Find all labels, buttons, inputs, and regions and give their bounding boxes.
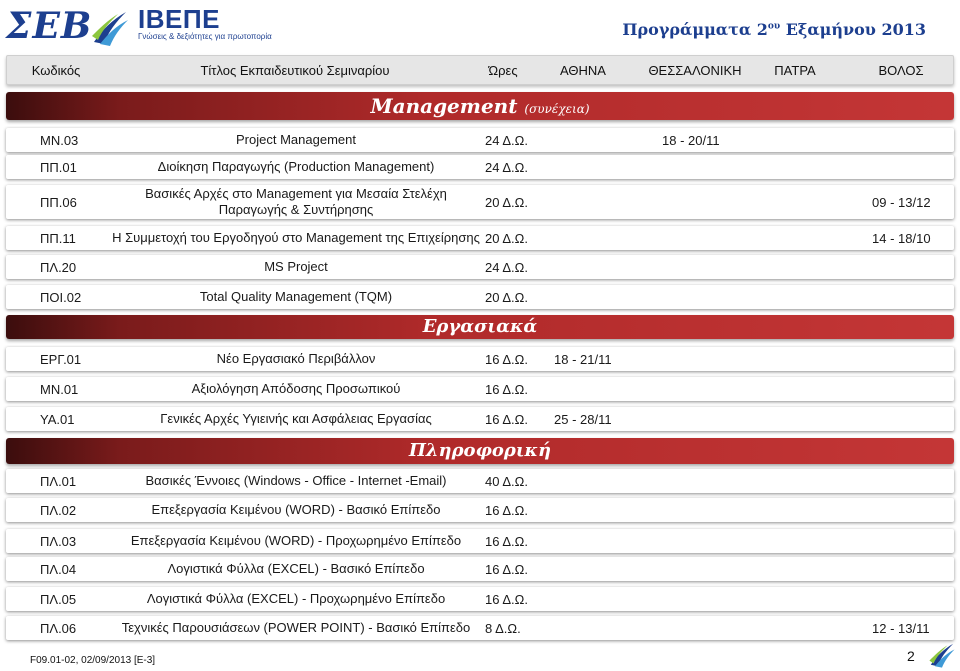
- program-title: Προγράμματα 2ου Εξαμήνου 2013: [622, 20, 926, 39]
- table-row: ΜΝ.01 Αξιολόγηση Απόδοσης Προσωπικού 16 …: [6, 377, 954, 401]
- course-code: ΜΝ.01: [40, 381, 79, 397]
- col-header-volos: ΒΟΛΟΣ: [878, 63, 924, 78]
- course-code: ΕΡΓ.01: [40, 351, 82, 367]
- col-header-code: Κωδικός: [31, 63, 81, 78]
- table-row: ΠΛ.04 Λογιστικά Φύλλα (EXCEL) - Βασικό Ε…: [6, 557, 954, 581]
- document-code: F09.01-02, 02/09/2013 [Ε-3]: [30, 655, 156, 666]
- course-title: Total Quality Management (TQM): [199, 289, 393, 304]
- course-title: Γενικές Αρχές Υγιεινής και Ασφάλειας Εργ…: [160, 411, 432, 426]
- course-code: ΠΛ.02: [40, 502, 77, 518]
- course-hours: 16 Δ.Ω.: [485, 502, 528, 518]
- sev-logo-text: ΣΕΒ: [6, 5, 93, 47]
- course-title: Διοίκηση Παραγωγής (Production Managemen…: [157, 159, 435, 174]
- course-date-volos: 09 - 13/12: [872, 194, 931, 210]
- course-hours: 20 Δ.Ω.: [485, 194, 528, 210]
- course-code: ΥΑ.01: [40, 411, 75, 427]
- course-date-athens: 18 - 21/11: [554, 351, 612, 367]
- course-title: Αξιολόγηση Απόδοσης Προσωπικού: [191, 381, 401, 396]
- course-date-volos: 12 - 13/11: [872, 620, 930, 636]
- sev-swoosh-icon: [92, 12, 128, 46]
- sev-logo: ΣΕΒ: [6, 5, 128, 47]
- course-date-volos: 14 - 18/10: [872, 230, 931, 246]
- course-hours: 16 Δ.Ω.: [485, 381, 528, 397]
- section-title: Πληροφορική: [408, 440, 552, 461]
- course-code: ΠΛ.03: [40, 533, 77, 549]
- course-hours: 16 Δ.Ω.: [485, 561, 528, 577]
- footer-swoosh-icon: [929, 643, 955, 668]
- column-header-bar: Κωδικός Τίτλος Εκπαιδευτικού Σεμιναρίου …: [6, 55, 954, 85]
- course-hours: 16 Δ.Ω.: [485, 351, 528, 367]
- table-row: ΠΠ.06 Βασικές Αρχές στο Management για Μ…: [6, 185, 954, 219]
- ibepe-logo-text: ΙΒΕΠΕ: [138, 4, 220, 34]
- course-code: ΠΛ.04: [40, 561, 77, 577]
- section-banner-pliroforiki: Πληροφορική: [6, 438, 954, 464]
- section-banner-ergasiaka: Εργασιακά: [6, 315, 954, 339]
- course-hours: 16 Δ.Ω.: [485, 591, 528, 607]
- course-title: Project Management: [236, 132, 356, 147]
- course-code: ΜΝ.03: [40, 132, 79, 148]
- ibepe-tagline: Γνώσεις & δεξιότητες για πρωτοπορία: [138, 32, 272, 41]
- section-title: Management (συνέχεια): [370, 94, 590, 118]
- course-hours: 24 Δ.Ω.: [485, 159, 528, 175]
- course-hours: 24 Δ.Ω.: [485, 259, 528, 275]
- course-date-thessaloniki: 18 - 20/11: [662, 132, 720, 148]
- course-hours: 8 Δ.Ω.: [485, 620, 521, 636]
- ibepe-logo: ΙΒΕΠΕ Γνώσεις & δεξιότητες για πρωτοπορί…: [138, 4, 272, 42]
- course-code: ΠΠ.06: [40, 194, 77, 210]
- course-hours: 20 Δ.Ω.: [485, 289, 528, 305]
- course-code: ΠΠ.11: [40, 230, 76, 246]
- col-header-athens: ΑΘΗΝΑ: [560, 63, 606, 78]
- course-code: ΠΛ.20: [40, 259, 77, 275]
- course-title: Βασικές Αρχές στο Management για Μεσαία …: [145, 186, 447, 217]
- table-row: ΠΟΙ.02 Total Quality Management (TQM) 20…: [6, 285, 954, 309]
- course-title: Νέο Εργασιακό Περιβάλλον: [216, 351, 376, 366]
- course-hours: 16 Δ.Ω.: [485, 411, 528, 427]
- course-title: MS Project: [264, 259, 328, 274]
- col-header-thessaloniki: ΘΕΣΣΑΛΟΝΙΚΗ: [648, 63, 742, 78]
- table-row: ΥΑ.01 Γενικές Αρχές Υγιεινής και Ασφάλει…: [6, 407, 954, 431]
- course-code: ΠΟΙ.02: [40, 289, 82, 305]
- course-title: Βασικές Έννοιες (Windows - Office - Inte…: [145, 473, 447, 488]
- course-title: Η Συμμετοχή του Εργοδηγού στο Management…: [112, 230, 480, 245]
- table-row: ΠΛ.02 Επεξεργασία Κειμένου (WORD) - Βασι…: [6, 498, 954, 522]
- course-title: Επεξεργασία Κειμένου (WORD) - Προχωρημέν…: [130, 533, 462, 548]
- course-code: ΠΛ.05: [40, 591, 77, 607]
- col-header-title: Τίτλος Εκπαιδευτικού Σεμιναρίου: [200, 63, 390, 78]
- table-row: ΠΠ.11 Η Συμμετοχή του Εργοδηγού στο Mana…: [6, 226, 954, 250]
- course-code: ΠΠ.01: [40, 159, 77, 175]
- course-title: Τεχνικές Παρουσιάσεων (POWER POINT) - Βα…: [121, 620, 471, 635]
- course-title: Λογιστικά Φύλλα (EXCEL) - Βασικό Επίπεδο: [167, 561, 425, 576]
- course-title: Λογιστικά Φύλλα (EXCEL) - Προχωρημένο Επ…: [146, 591, 446, 606]
- course-date-athens: 25 - 28/11: [554, 411, 612, 427]
- table-row: ΠΛ.05 Λογιστικά Φύλλα (EXCEL) - Προχωρημ…: [6, 587, 954, 611]
- table-row: ΠΠ.01 Διοίκηση Παραγωγής (Production Man…: [6, 155, 954, 179]
- table-row: ΜΝ.03 Project Management 24 Δ.Ω. 18 - 20…: [6, 128, 954, 152]
- table-row: ΠΛ.01 Βασικές Έννοιες (Windows - Office …: [6, 469, 954, 493]
- table-row: ΕΡΓ.01 Νέο Εργασιακό Περιβάλλον 16 Δ.Ω. …: [6, 347, 954, 371]
- course-hours: 20 Δ.Ω.: [485, 230, 528, 246]
- course-hours: 24 Δ.Ω.: [485, 132, 528, 148]
- table-row: ΠΛ.20 MS Project 24 Δ.Ω.: [6, 255, 954, 279]
- course-title: Επεξεργασία Κειμένου (WORD) - Βασικό Επί…: [151, 502, 441, 517]
- course-hours: 16 Δ.Ω.: [485, 533, 528, 549]
- page-number: 2: [907, 648, 915, 664]
- course-code: ΠΛ.01: [40, 473, 77, 489]
- course-hours: 40 Δ.Ω.: [485, 473, 528, 489]
- section-title: Εργασιακά: [422, 316, 538, 337]
- col-header-hours: Ώρες: [488, 63, 518, 78]
- section-banner-management: Management (συνέχεια): [6, 92, 954, 120]
- col-header-patra: ΠΑΤΡΑ: [774, 63, 816, 78]
- table-row: ΠΛ.06 Τεχνικές Παρουσιάσεων (POWER POINT…: [6, 616, 954, 640]
- course-code: ΠΛ.06: [40, 620, 77, 636]
- table-row: ΠΛ.03 Επεξεργασία Κειμένου (WORD) - Προχ…: [6, 529, 954, 553]
